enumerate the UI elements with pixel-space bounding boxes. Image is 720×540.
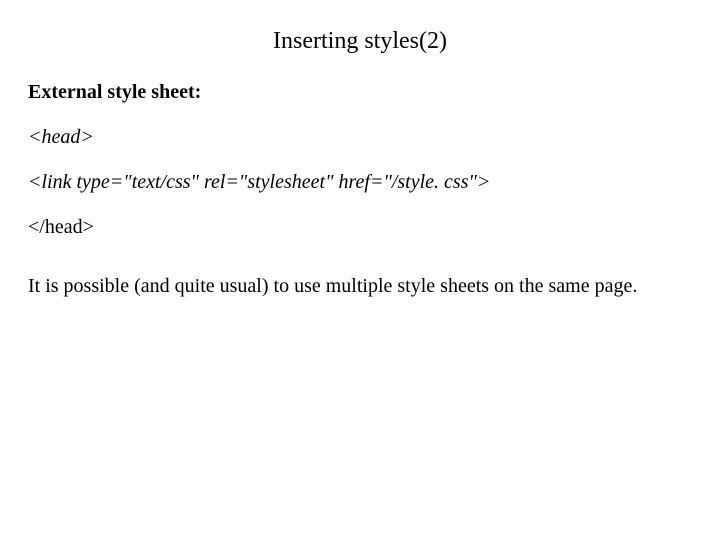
code-line-link: <link type="text/css" rel="stylesheet" h… <box>28 171 692 194</box>
code-line-head-open: <head> <box>28 126 692 149</box>
page-title: Inserting styles(2) <box>28 28 692 55</box>
section-subheading: External style sheet: <box>28 81 692 104</box>
code-line-head-close: </head> <box>28 216 692 239</box>
body-paragraph: It is possible (and quite usual) to use … <box>28 273 692 299</box>
